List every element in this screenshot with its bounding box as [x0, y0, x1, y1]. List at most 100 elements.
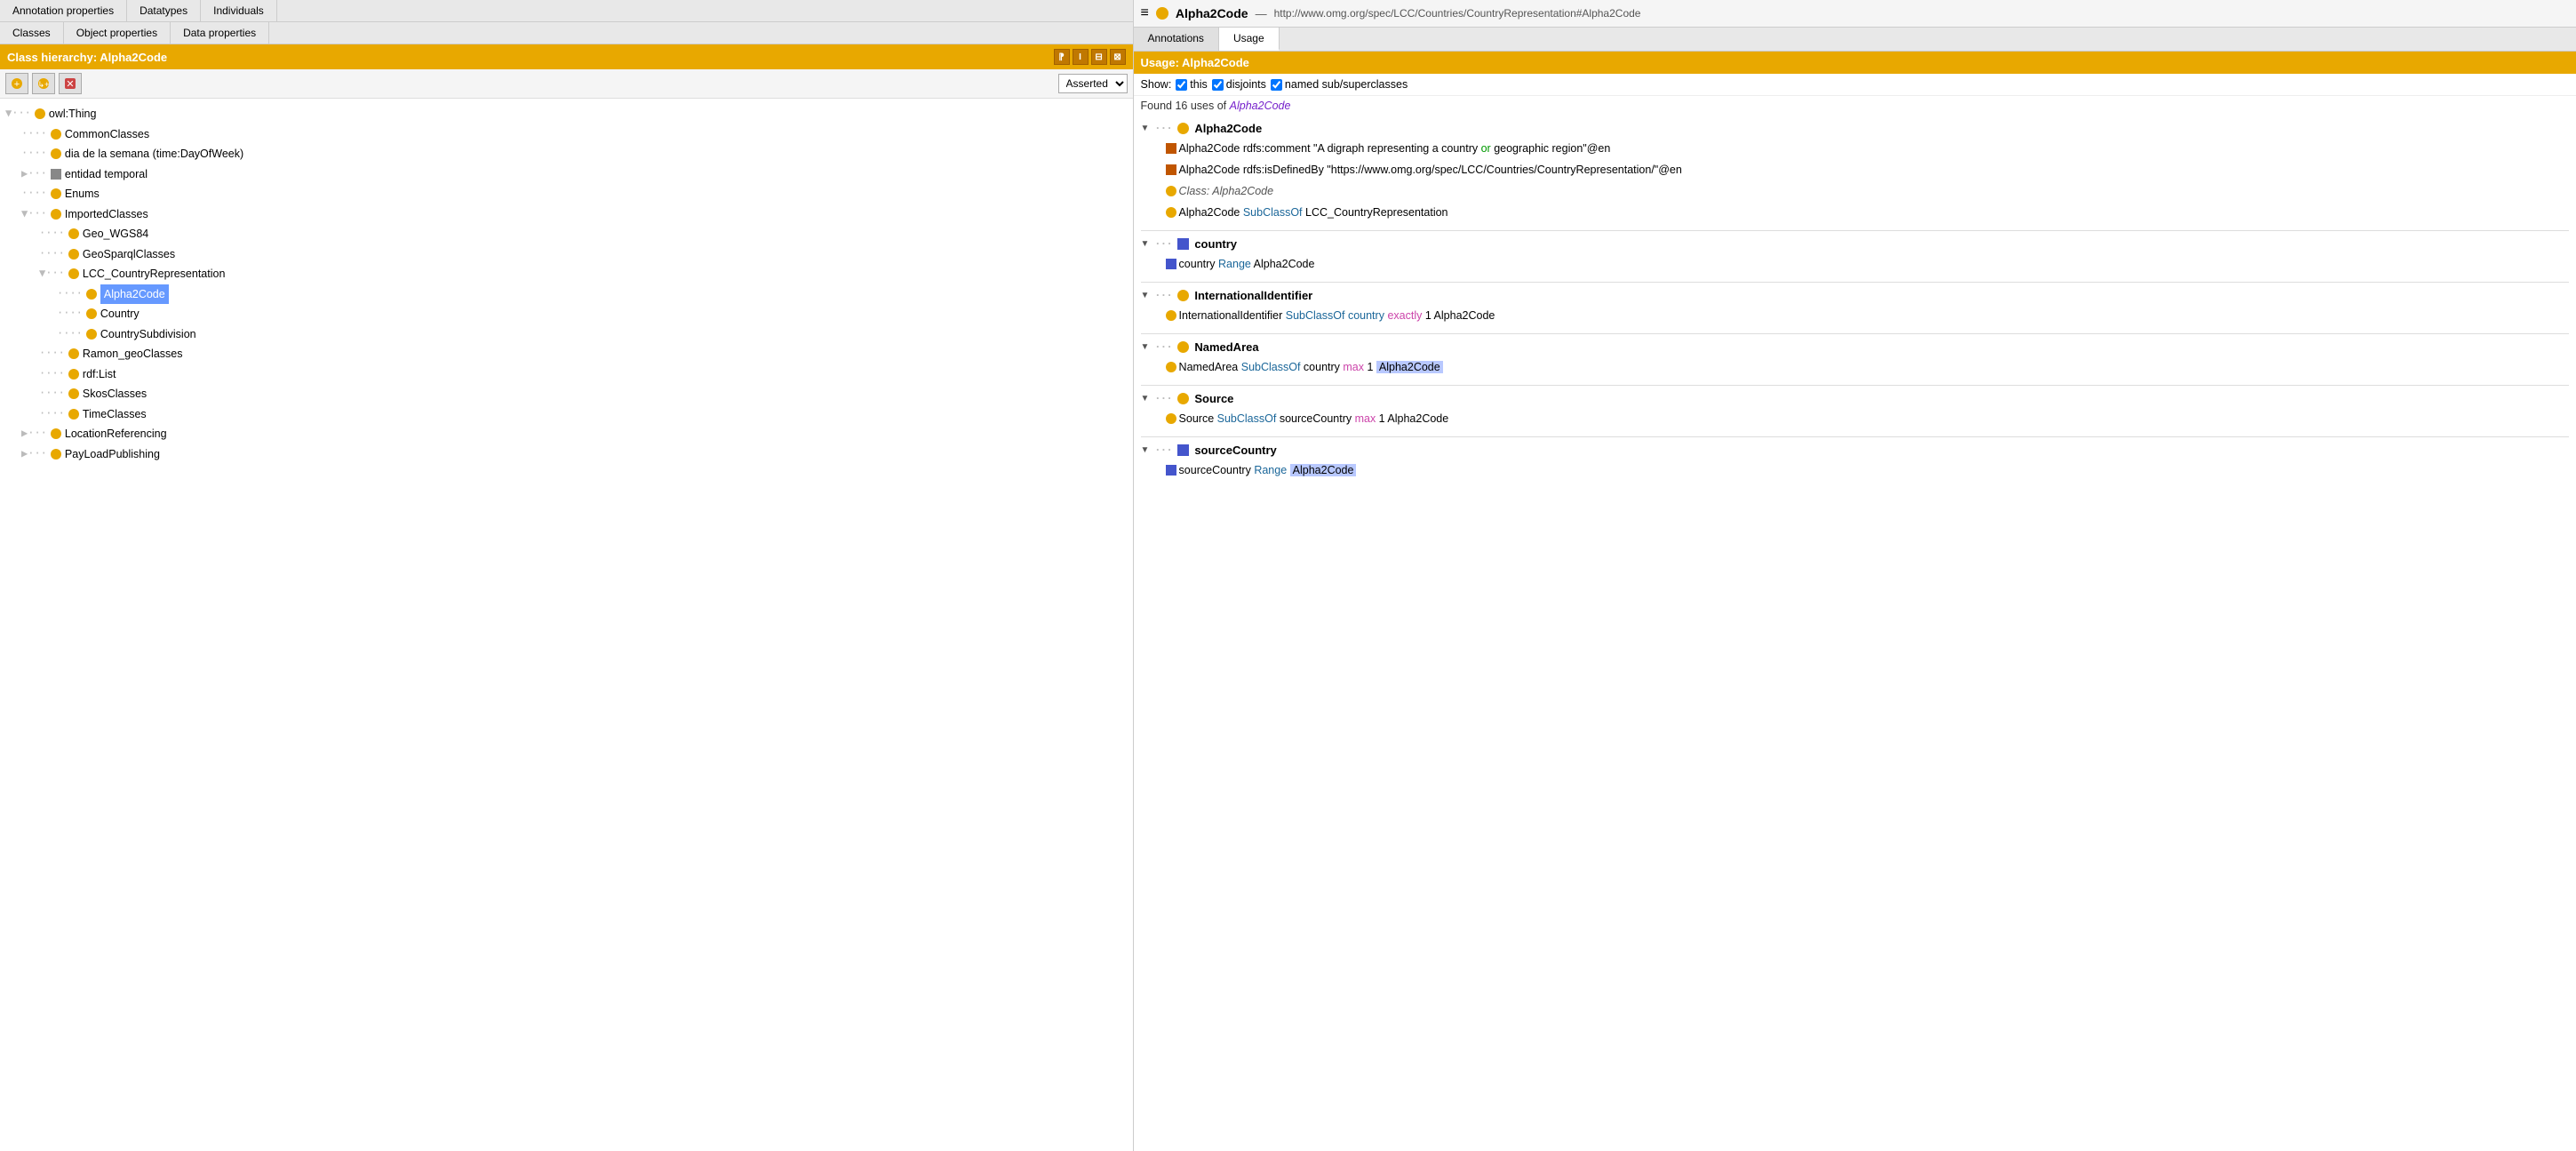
- section-title-Alpha2Code: Alpha2Code: [1194, 122, 1262, 135]
- usage-section-sourceCountry: ▼ ··· sourceCountry sourceCountry Range …: [1141, 441, 2569, 481]
- checkbox-disjoints[interactable]: disjoints: [1212, 78, 1266, 91]
- icon-grid2[interactable]: I: [1073, 49, 1089, 65]
- tree-node-Alpha2Code[interactable]: ···· Alpha2Code: [4, 284, 1129, 305]
- row4-text: Alpha2Code SubClassOf LCC_CountryReprese…: [1179, 204, 1448, 221]
- usage-section-body-sourceCountry: sourceCountry Range Alpha2Code: [1141, 460, 2569, 481]
- icon-grid3[interactable]: ⊟: [1091, 49, 1107, 65]
- tree-node-owlThing[interactable]: ▼··· owl:Thing: [4, 104, 1129, 124]
- svg-text:✕: ✕: [66, 79, 74, 90]
- tree-area[interactable]: ▼··· owl:Thing ···· CommonClasses ···· d…: [0, 99, 1133, 1151]
- tree-node-CountrySubdivision[interactable]: ···· CountrySubdivision: [4, 324, 1129, 345]
- tab-bar-top: Annotation properties Datatypes Individu…: [0, 0, 1133, 22]
- tab-annotations[interactable]: Annotations: [1134, 28, 1219, 51]
- tab-object-properties[interactable]: Object properties: [64, 22, 171, 44]
- usage-section-header-Source[interactable]: ▼ ··· Source: [1141, 389, 2569, 408]
- checkbox-named-label: named sub/superclasses: [1285, 78, 1408, 91]
- remove-class-button[interactable]: ✕: [59, 73, 82, 94]
- left-panel: Annotation properties Datatypes Individu…: [0, 0, 1134, 1151]
- tree-label-LocationReferencing: LocationReferencing: [65, 424, 167, 444]
- checkbox-named[interactable]: named sub/superclasses: [1271, 78, 1408, 91]
- tab-classes[interactable]: Classes: [0, 22, 64, 44]
- tree-node-GeoSparqlClasses[interactable]: ···· GeoSparqlClasses: [4, 244, 1129, 265]
- tab-usage[interactable]: Usage: [1219, 28, 1280, 51]
- usage-section-IntlId: ▼ ··· InternationalIdentifier Internatio…: [1141, 286, 2569, 326]
- tree-label-RamonGeoClasses: Ramon_geoClasses: [83, 344, 183, 364]
- tree-node-GeoWGS84[interactable]: ···· Geo_WGS84: [4, 224, 1129, 244]
- tree-node-Country[interactable]: ···· Country: [4, 304, 1129, 324]
- tab-datatypes[interactable]: Datatypes: [127, 0, 201, 21]
- sourceCountry-text: sourceCountry Range Alpha2Code: [1179, 461, 1357, 479]
- usage-section-header-Alpha2Code[interactable]: ▼ ··· Alpha2Code: [1141, 119, 2569, 138]
- tree-node-LocationReferencing[interactable]: ▶··· LocationReferencing: [4, 424, 1129, 444]
- tree-node-Enums[interactable]: ···· Enums: [4, 184, 1129, 204]
- tab-annotation-properties[interactable]: Annotation properties: [0, 0, 127, 21]
- usage-content[interactable]: ▼ ··· Alpha2Code Alpha2Code rdfs:comment…: [1134, 116, 2576, 1151]
- tree-node-RamonGeoClasses[interactable]: ···· Ramon_geoClasses: [4, 344, 1129, 364]
- add-subclass-button[interactable]: ↳+: [32, 73, 55, 94]
- found-prefix: Found 16 uses of: [1141, 100, 1227, 112]
- tree-node-PayLoadPublishing[interactable]: ▶··· PayLoadPublishing: [4, 444, 1129, 465]
- hamburger-icon[interactable]: ≡: [1141, 5, 1149, 21]
- tree-node-diaSemana[interactable]: ···· dia de la semana (time:DayOfWeek): [4, 144, 1129, 164]
- checkbox-disjoints-label: disjoints: [1226, 78, 1266, 91]
- checkbox-named-input[interactable]: [1271, 79, 1282, 91]
- tree-node-TimeClasses[interactable]: ···· TimeClasses: [4, 404, 1129, 425]
- usage-section-header-sourceCountry[interactable]: ▼ ··· sourceCountry: [1141, 441, 2569, 460]
- tree-node-rdfList[interactable]: ···· rdf:List: [4, 364, 1129, 385]
- sq-blue-icon-country: [1166, 259, 1176, 269]
- right-header: ≡ Alpha2Code — http://www.omg.org/spec/L…: [1134, 0, 2576, 28]
- tree-label-ImportedClasses: ImportedClasses: [65, 204, 148, 225]
- usage-row-NamedArea: NamedArea SubClassOf country max 1 Alpha…: [1166, 356, 2569, 378]
- tree-node-LCCCountryRep[interactable]: ▼··· LCC_CountryRepresentation: [4, 264, 1129, 284]
- gold-dot-icon-Source: [1166, 413, 1176, 424]
- add-class-button[interactable]: +: [5, 73, 28, 94]
- usage-row-country-range: country Range Alpha2Code: [1166, 253, 2569, 275]
- tree-label-Country: Country: [100, 304, 140, 324]
- svg-text:+: +: [14, 79, 20, 90]
- row1-text: Alpha2Code rdfs:comment "A digraph repre…: [1179, 140, 1611, 157]
- icon-grid1[interactable]: ⁋: [1054, 49, 1070, 65]
- usage-header: Usage: Alpha2Code: [1134, 52, 2576, 74]
- tree-label-rdfList: rdf:List: [83, 364, 116, 385]
- svg-text:↳+: ↳+: [38, 80, 50, 89]
- checkbox-this-input[interactable]: [1176, 79, 1187, 91]
- right-panel: ≡ Alpha2Code — http://www.omg.org/spec/L…: [1134, 0, 2576, 1151]
- tree-node-CommonClasses[interactable]: ···· CommonClasses: [4, 124, 1129, 145]
- class-hierarchy-title: Class hierarchy: Alpha2Code: [7, 51, 167, 64]
- tree-node-ImportedClasses[interactable]: ▼··· ImportedClasses: [4, 204, 1129, 225]
- class-hierarchy-header: Class hierarchy: Alpha2Code ⁋ I ⊟ ⊠: [0, 44, 1133, 69]
- tree-label-diaSemana: dia de la semana (time:DayOfWeek): [65, 144, 243, 164]
- gold-dot-icon-2: [1166, 207, 1176, 218]
- gold-dot-Source: [1177, 393, 1189, 404]
- usage-section-NamedArea: ▼ ··· NamedArea NamedArea SubClassOf cou…: [1141, 338, 2569, 378]
- gold-dot-NamedArea: [1177, 341, 1189, 353]
- usage-row-1: Alpha2Code rdfs:comment "A digraph repre…: [1166, 138, 2569, 159]
- tab-data-properties[interactable]: Data properties: [171, 22, 269, 44]
- section-title-sourceCountry: sourceCountry: [1194, 444, 1276, 457]
- tab-individuals[interactable]: Individuals: [201, 0, 277, 21]
- orange-sq-icon-1: [1166, 143, 1176, 154]
- checkbox-this[interactable]: this: [1176, 78, 1207, 91]
- asserted-select[interactable]: Asserted Inferred: [1058, 74, 1128, 93]
- usage-section-body-Source: Source SubClassOf sourceCountry max 1 Al…: [1141, 408, 2569, 429]
- usage-section-body-NamedArea: NamedArea SubClassOf country max 1 Alpha…: [1141, 356, 2569, 378]
- tree-label-SkosClasses: SkosClasses: [83, 384, 147, 404]
- tree-node-entidadTemporal[interactable]: ▶··· entidad temporal: [4, 164, 1129, 185]
- usage-section-header-country[interactable]: ▼ ··· country: [1141, 235, 2569, 253]
- usage-section-Alpha2Code: ▼ ··· Alpha2Code Alpha2Code rdfs:comment…: [1141, 119, 2569, 223]
- header-icons: ⁋ I ⊟ ⊠: [1054, 49, 1126, 65]
- usage-section-header-NamedArea[interactable]: ▼ ··· NamedArea: [1141, 338, 2569, 356]
- toolbar-row: + ↳+ ✕ Asserted Inferred: [0, 69, 1133, 99]
- gold-dot-icon-NamedArea: [1166, 362, 1176, 372]
- divider-3: [1141, 333, 2569, 334]
- tab-bar-second: Classes Object properties Data propertie…: [0, 22, 1133, 44]
- section-title-Source: Source: [1194, 392, 1233, 405]
- section-title-country: country: [1194, 237, 1237, 251]
- usage-section-body-country: country Range Alpha2Code: [1141, 253, 2569, 275]
- tree-node-SkosClasses[interactable]: ···· SkosClasses: [4, 384, 1129, 404]
- Source-text: Source SubClassOf sourceCountry max 1 Al…: [1179, 410, 1449, 428]
- icon-grid4[interactable]: ⊠: [1110, 49, 1126, 65]
- usage-section-header-IntlId[interactable]: ▼ ··· InternationalIdentifier: [1141, 286, 2569, 305]
- orange-sq-icon-2: [1166, 164, 1176, 175]
- checkbox-disjoints-input[interactable]: [1212, 79, 1224, 91]
